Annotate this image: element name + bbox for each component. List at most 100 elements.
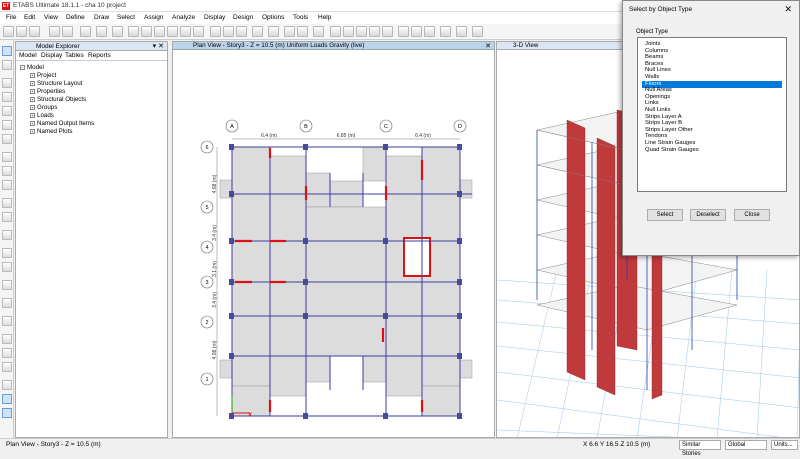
open-icon[interactable] (16, 26, 27, 37)
draw-brace-icon[interactable] (2, 120, 12, 130)
expand-icon[interactable]: + (30, 96, 35, 102)
tab-reports[interactable]: Reports (88, 52, 111, 59)
undo-icon[interactable] (49, 26, 60, 37)
plan-drawing[interactable]: A B C D 6 5 4 3 2 1 6.4 (m) 6.85 (m) 6.4… (173, 50, 496, 439)
menu-edit[interactable]: Edit (24, 14, 35, 21)
similar-stories-dropdown[interactable]: Similar Stories (679, 440, 721, 457)
draw-x-brace-icon[interactable] (2, 134, 12, 144)
draw-link-icon[interactable] (2, 248, 12, 258)
coordinate-system-dropdown[interactable]: Global (725, 440, 767, 450)
menu-draw[interactable]: Draw (94, 14, 109, 21)
object-type-option[interactable]: Quad Strain Gauges (645, 147, 775, 154)
menu-options[interactable]: Options (262, 14, 284, 21)
snap-grid-icon[interactable] (2, 394, 12, 404)
select-by-object-type-dialog[interactable]: Select by Object Type ✕ Object Type Join… (622, 0, 800, 256)
quick-draw-wall-icon[interactable] (2, 212, 12, 222)
draw-dimension-icon[interactable] (2, 280, 12, 290)
tab-display[interactable]: Display (41, 52, 62, 59)
elevation-view-icon[interactable] (236, 26, 247, 37)
close-icon[interactable]: ✕ (485, 42, 491, 50)
explorer-pin-close-icon[interactable]: ▾ ✕ (153, 42, 164, 50)
undeformed-shape-icon[interactable] (330, 26, 341, 37)
snap-ends-icon[interactable] (2, 348, 12, 358)
tree-item-project[interactable]: + Project (30, 72, 56, 79)
tree-item-structural-objects[interactable]: + Structural Objects (30, 96, 86, 103)
design-shear-wall-icon[interactable] (411, 26, 422, 37)
menu-help[interactable]: Help (318, 14, 331, 21)
design-composite-icon[interactable] (424, 26, 435, 37)
tree-item-properties[interactable]: + Properties (30, 88, 65, 95)
show-loads-icon[interactable] (343, 26, 354, 37)
draw-rect-floor-icon[interactable] (2, 166, 12, 176)
close-icon[interactable]: ✕ (784, 4, 792, 15)
menu-select[interactable]: Select (117, 14, 135, 21)
draw-floor-icon[interactable] (2, 152, 12, 162)
snap-intersection-icon[interactable] (2, 362, 12, 372)
pencil-icon[interactable] (80, 26, 91, 37)
run-analysis-icon[interactable] (112, 26, 123, 37)
expand-icon[interactable]: + (30, 128, 35, 134)
menu-display[interactable]: Display (204, 14, 225, 21)
snap-points-icon[interactable] (2, 334, 12, 344)
tab-tables[interactable]: Tables (65, 52, 84, 59)
expand-icon[interactable]: + (30, 120, 35, 126)
draw-grid-icon[interactable] (2, 262, 12, 272)
stress-diagram-icon[interactable] (382, 26, 393, 37)
zoom-previous-icon[interactable] (180, 26, 191, 37)
draw-column-icon[interactable] (2, 106, 12, 116)
menu-view[interactable]: View (44, 14, 58, 21)
quick-draw-floor-icon[interactable] (2, 180, 12, 190)
select-button[interactable]: Select (647, 209, 683, 221)
draw-joint-icon[interactable] (2, 78, 12, 88)
rubber-band-zoom-icon[interactable] (128, 26, 139, 37)
expand-icon[interactable]: + (30, 72, 35, 78)
force-diagram-icon[interactable] (369, 26, 380, 37)
draw-opening-icon[interactable] (2, 230, 12, 240)
tree-item-groups[interactable]: + Groups (30, 104, 57, 111)
object-type-list[interactable]: Joints Columns Beams Braces Null Lines Walls F… (637, 37, 787, 192)
grid-icon[interactable] (440, 26, 451, 37)
menu-analyze[interactable]: Analyze (172, 14, 195, 21)
expand-icon[interactable]: + (30, 80, 35, 86)
menu-define[interactable]: Define (66, 14, 85, 21)
new-model-icon[interactable] (3, 26, 14, 37)
snap-perpendicular-icon[interactable] (2, 380, 12, 390)
tree-item-structure-layout[interactable]: + Structure Layout (30, 80, 82, 87)
draw-beam-icon[interactable] (2, 92, 12, 102)
draw-strip-icon[interactable] (2, 316, 12, 326)
table-icon[interactable] (456, 26, 467, 37)
expand-icon[interactable]: + (30, 112, 35, 118)
tab-model[interactable]: Model (19, 52, 37, 59)
expand-icon[interactable]: + (30, 88, 35, 94)
rotate-3d-icon[interactable] (252, 26, 263, 37)
lock-icon[interactable] (96, 26, 107, 37)
draw-wall-icon[interactable] (2, 198, 12, 208)
menu-design[interactable]: Design (233, 14, 253, 21)
view-3d-icon[interactable] (210, 26, 221, 37)
units-button[interactable]: Units... (771, 440, 798, 450)
tree-item-named-plots[interactable]: + Named Plots (30, 128, 72, 135)
plan-view-icon[interactable] (223, 26, 234, 37)
chart-icon[interactable] (472, 26, 483, 37)
restore-view-icon[interactable] (167, 26, 178, 37)
reshape-icon[interactable] (2, 60, 12, 70)
menu-file[interactable]: File (6, 14, 16, 21)
menu-assign[interactable]: Assign (144, 14, 164, 21)
deformed-shape-icon[interactable] (356, 26, 367, 37)
save-icon[interactable] (29, 26, 40, 37)
move-up-icon[interactable] (284, 26, 295, 37)
zoom-in-icon[interactable] (141, 26, 152, 37)
design-frame-icon[interactable] (398, 26, 409, 37)
redo-icon[interactable] (62, 26, 73, 37)
menu-tools[interactable]: Tools (293, 14, 308, 21)
floor-opening[interactable] (403, 237, 431, 277)
perspective-icon[interactable] (268, 26, 279, 37)
zoom-out-icon[interactable] (154, 26, 165, 37)
snap-lines-icon[interactable] (2, 408, 12, 418)
collapse-icon[interactable]: − (20, 64, 25, 70)
plan-view-window[interactable]: Plan View - Story3 - Z = 10.5 (m) Unifor… (172, 41, 495, 438)
tree-item-named-output-items[interactable]: + Named Output Items (30, 120, 94, 127)
tree-root[interactable]: − Model (20, 64, 44, 71)
move-down-icon[interactable] (297, 26, 308, 37)
deselect-button[interactable]: Deselect (690, 209, 726, 221)
